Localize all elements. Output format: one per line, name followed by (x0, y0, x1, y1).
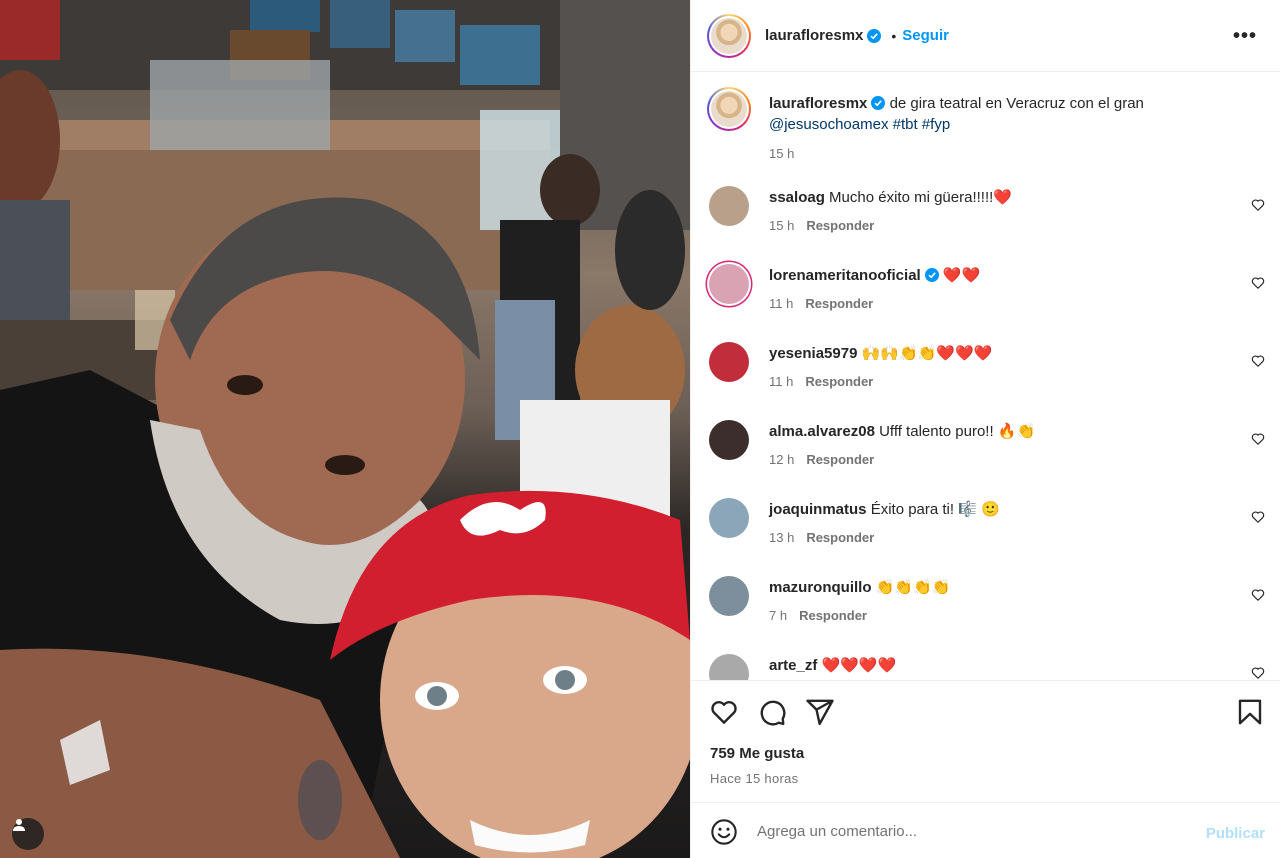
comment-text: Ufff talento puro!! 🔥👏 (879, 423, 1036, 440)
comment-text: Mucho éxito mi güera!!!!!❤️ (829, 189, 1012, 206)
verified-badge-icon (871, 96, 886, 110)
comment-time: 11 h (769, 296, 794, 311)
comment-like-heart-icon[interactable] (1251, 198, 1265, 212)
photo-illustration (0, 0, 690, 858)
comment-item: mazuronquillo 👏👏👏👏 7 h Responder (707, 576, 1267, 636)
comment-time: 11 h (769, 374, 794, 389)
comment-item: ssaloag Mucho éxito mi güera!!!!!❤️ 15 h… (707, 186, 1267, 246)
share-icon[interactable] (805, 697, 835, 727)
author-avatar[interactable] (707, 13, 751, 58)
likes-count[interactable]: 759 Me gusta (710, 745, 804, 762)
comment-like-heart-icon[interactable] (1251, 588, 1265, 602)
comment-item: joaquinmatus Éxito para ti! 🎼 🙂 13 h Resp… (707, 498, 1267, 558)
comment-like-heart-icon[interactable] (1251, 276, 1265, 290)
commenter-avatar[interactable] (709, 264, 749, 304)
reply-button[interactable]: Responder (806, 452, 874, 467)
post-actions: 759 Me gusta Hace 15 horas (691, 680, 1280, 802)
follow-button[interactable]: Seguir (902, 27, 949, 44)
commenter-avatar[interactable] (709, 576, 749, 616)
author-username[interactable]: laurafloresmx (765, 27, 863, 44)
post-timestamp: Hace 15 horas (710, 771, 799, 786)
user-tag-icon (13, 819, 25, 831)
comment-item: lorenameritanooficial ❤️❤️ 11 h Responder (707, 264, 1267, 324)
commenter-username[interactable]: mazuronquillo (769, 579, 872, 596)
emoji-icon[interactable] (710, 818, 738, 846)
heart-icon[interactable] (709, 697, 739, 727)
more-options-icon[interactable]: ••• (1233, 26, 1257, 46)
caption-username[interactable]: laurafloresmx (769, 95, 867, 112)
commenter-avatar[interactable] (709, 498, 749, 538)
comment-input[interactable] (757, 819, 1177, 843)
comment-text: 🙌🙌👏👏❤️❤️❤️ (861, 345, 993, 362)
comment-item: arte_zf ❤️❤️❤️❤️ (707, 654, 1267, 680)
commenter-avatar[interactable] (709, 342, 749, 382)
comment-time: 12 h (769, 452, 795, 467)
commenter-username[interactable]: lorenameritanooficial (769, 267, 921, 284)
post-header: laurafloresmx • Seguir ••• (691, 0, 1280, 72)
bookmark-icon[interactable] (1235, 697, 1265, 727)
commenter-avatar[interactable] (709, 654, 749, 680)
commenter-username[interactable]: arte_zf (769, 657, 817, 674)
caption-time: 15 h (769, 146, 795, 161)
caption-text: de gira teatral en Veracruz con el gran (889, 95, 1144, 112)
caption-avatar[interactable] (707, 87, 751, 131)
publish-button[interactable]: Publicar (1206, 825, 1265, 842)
comment-text: 👏👏👏👏 (875, 579, 951, 596)
commenter-avatar[interactable] (709, 420, 749, 460)
reply-button[interactable]: Responder (805, 374, 873, 389)
comment-composer: Publicar (691, 802, 1280, 858)
commenter-avatar[interactable] (709, 186, 749, 226)
comment-time: 7 h (769, 608, 788, 623)
comment-time: 15 h (769, 218, 795, 233)
comment-text: ❤️❤️❤️❤️ (821, 657, 897, 674)
reply-button[interactable]: Responder (806, 530, 874, 545)
commenter-username[interactable]: alma.alvarez08 (769, 423, 875, 440)
verified-badge-icon (924, 268, 939, 282)
commenter-username[interactable]: yesenia5979 (769, 345, 857, 362)
commenter-username[interactable]: joaquinmatus (769, 501, 867, 518)
caption-hashtags[interactable]: #tbt #fyp (893, 116, 951, 133)
comment-time: 13 h (769, 530, 795, 545)
post-photo[interactable] (0, 0, 690, 858)
comment-like-heart-icon[interactable] (1251, 354, 1265, 368)
comment-item: yesenia5979 🙌🙌👏👏❤️❤️❤️ 11 h Responder (707, 342, 1267, 402)
caption-mention-link[interactable]: @jesusochoamex (769, 116, 888, 133)
verified-badge-icon (867, 28, 882, 43)
comment-like-heart-icon[interactable] (1251, 432, 1265, 446)
reply-button[interactable]: Responder (805, 296, 873, 311)
comment-like-heart-icon[interactable] (1251, 666, 1265, 680)
comment-text: ❤️❤️ (942, 267, 981, 284)
comment-text: Éxito para ti! 🎼 🙂 (870, 501, 1000, 518)
comment-like-heart-icon[interactable] (1251, 510, 1265, 524)
commenter-username[interactable]: ssaloag (769, 189, 825, 206)
user-tag-button[interactable] (12, 818, 44, 850)
reply-button[interactable]: Responder (799, 608, 867, 623)
reply-button[interactable]: Responder (806, 218, 874, 233)
separator-dot: • (891, 27, 897, 44)
comment-icon[interactable] (757, 697, 787, 727)
comment-item: alma.alvarez08 Ufff talento puro!! 🔥👏 12… (707, 420, 1267, 480)
comments-list[interactable]: laurafloresmx de gira teatral en Veracru… (691, 73, 1280, 680)
post-side-panel: laurafloresmx • Seguir ••• laurafloresmx… (690, 0, 1280, 858)
